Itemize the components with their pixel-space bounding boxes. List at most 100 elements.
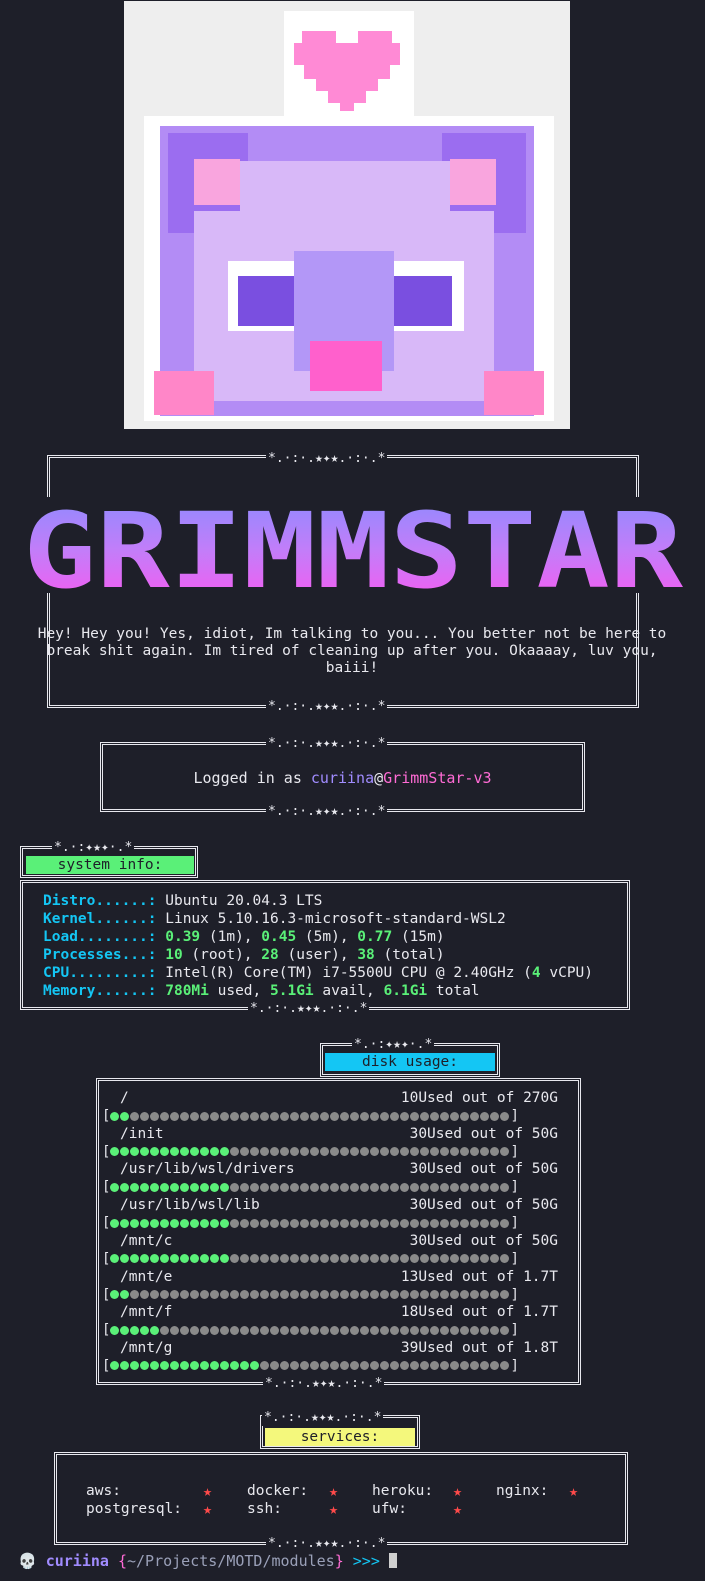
disk-mount-path: /usr/lib/wsl/lib (120, 1197, 260, 1214)
cursor[interactable] (388, 1553, 397, 1568)
usage-dot (410, 1361, 420, 1371)
usage-dot (160, 1325, 170, 1335)
usage-dot (420, 1111, 430, 1121)
usage-dot (280, 1111, 290, 1121)
disk-usage-bar: [] (102, 1357, 519, 1374)
usage-dot (180, 1111, 190, 1121)
disk-mount-path: /mnt/e (120, 1268, 173, 1285)
usage-dot (230, 1325, 240, 1335)
load-15m: 0.77 (357, 929, 393, 945)
usage-dot (340, 1254, 350, 1264)
usage-dot (420, 1147, 430, 1157)
usage-dot (470, 1147, 480, 1157)
prompt-brace-open: { (108, 1552, 127, 1570)
usage-dot (200, 1182, 210, 1192)
usage-dot (200, 1147, 210, 1157)
usage-dot (170, 1254, 180, 1264)
disk-mount-path: /mnt/c (120, 1232, 173, 1249)
mem-label: Memory......: (43, 983, 157, 999)
login-host: GrimmStar-v3 (383, 769, 492, 787)
usage-dot (260, 1325, 270, 1335)
usage-dot (460, 1325, 470, 1335)
usage-dot (280, 1182, 290, 1192)
usage-dot (420, 1290, 430, 1299)
usage-dot (420, 1325, 430, 1335)
usage-dot (290, 1182, 300, 1192)
usage-dot (420, 1361, 430, 1371)
disk-usage-bar: [] (102, 1215, 519, 1232)
usage-dot (350, 1182, 360, 1192)
prompt-path: ~/Projects/MOTD/modules (127, 1552, 335, 1570)
usage-dot (390, 1290, 400, 1299)
mem-total-unit: total (427, 983, 480, 999)
usage-dot (440, 1218, 450, 1228)
usage-dot (390, 1361, 400, 1371)
usage-dot (180, 1361, 190, 1371)
usage-dot (380, 1254, 390, 1264)
usage-dot (180, 1218, 190, 1228)
usage-dot (380, 1147, 390, 1157)
proc-root-unit: (root), (182, 947, 262, 963)
usage-dot (120, 1361, 130, 1371)
usage-dot (230, 1361, 240, 1371)
usage-dot (190, 1254, 200, 1264)
shell-prompt[interactable]: 💀 curiina {~/Projects/MOTD/modules} >>> (18, 1551, 397, 1571)
usage-dot (250, 1361, 260, 1371)
usage-dot (250, 1218, 260, 1228)
usage-dot (410, 1111, 420, 1121)
usage-dot (210, 1147, 220, 1157)
usage-dot (190, 1218, 200, 1228)
usage-dot (490, 1290, 500, 1299)
usage-dot (200, 1111, 210, 1121)
load-1m: 0.39 (165, 929, 201, 945)
usage-dot (120, 1111, 130, 1121)
usage-dot (360, 1147, 370, 1157)
usage-dot (350, 1290, 360, 1299)
usage-dot (470, 1111, 480, 1121)
sysinfo-kernel: Kernel......: Linux 5.10.16.3-microsoft-… (43, 911, 506, 929)
usage-dot (200, 1290, 210, 1299)
sysinfo-processes: Processes...: 10 (root), 28 (user), 38 (… (43, 947, 445, 965)
usage-dot (110, 1111, 120, 1121)
load-label: Load........: (43, 929, 157, 945)
usage-dot (160, 1147, 170, 1157)
usage-dot (500, 1147, 510, 1157)
usage-dot (450, 1254, 460, 1264)
usage-dot (240, 1290, 250, 1299)
usage-dot (140, 1218, 150, 1228)
usage-dot (320, 1361, 330, 1371)
cat-mascot-image (124, 1, 570, 429)
cpu-model: Intel(R) Core(TM) i7-5500U CPU @ 2.40GHz… (165, 965, 532, 981)
usage-dot (280, 1147, 290, 1157)
usage-dot (420, 1182, 430, 1192)
usage-dot (340, 1147, 350, 1157)
usage-dot (250, 1290, 260, 1299)
usage-dot (250, 1147, 260, 1157)
service-status-star-icon: ★ (453, 1500, 463, 1518)
disk-usage-text: 30Used out of 50G (409, 1161, 558, 1178)
usage-dot (340, 1290, 350, 1299)
usage-dot (330, 1290, 340, 1299)
usage-dot (150, 1111, 160, 1121)
usage-dot (270, 1290, 280, 1299)
usage-dot (430, 1361, 440, 1371)
proc-total-unit: (total) (374, 947, 445, 963)
usage-dot (480, 1111, 490, 1121)
usage-dot (320, 1290, 330, 1299)
usage-dot (150, 1182, 160, 1192)
proc-total: 38 (357, 947, 375, 963)
usage-dot (240, 1254, 250, 1264)
usage-dot (320, 1111, 330, 1121)
usage-dot (160, 1111, 170, 1121)
usage-dot (480, 1290, 490, 1299)
usage-dot (170, 1147, 180, 1157)
usage-dot (400, 1361, 410, 1371)
login-prefix: Logged in as (193, 769, 311, 787)
usage-dot (280, 1218, 290, 1228)
banner-title: GRIMMSTAR (18, 490, 688, 612)
usage-dot (150, 1147, 160, 1157)
sysinfo-cpu: CPU.........: Intel(R) Core(TM) i7-5500U… (43, 965, 593, 983)
usage-dot (240, 1111, 250, 1121)
usage-dot (330, 1147, 340, 1157)
usage-dot (210, 1218, 220, 1228)
